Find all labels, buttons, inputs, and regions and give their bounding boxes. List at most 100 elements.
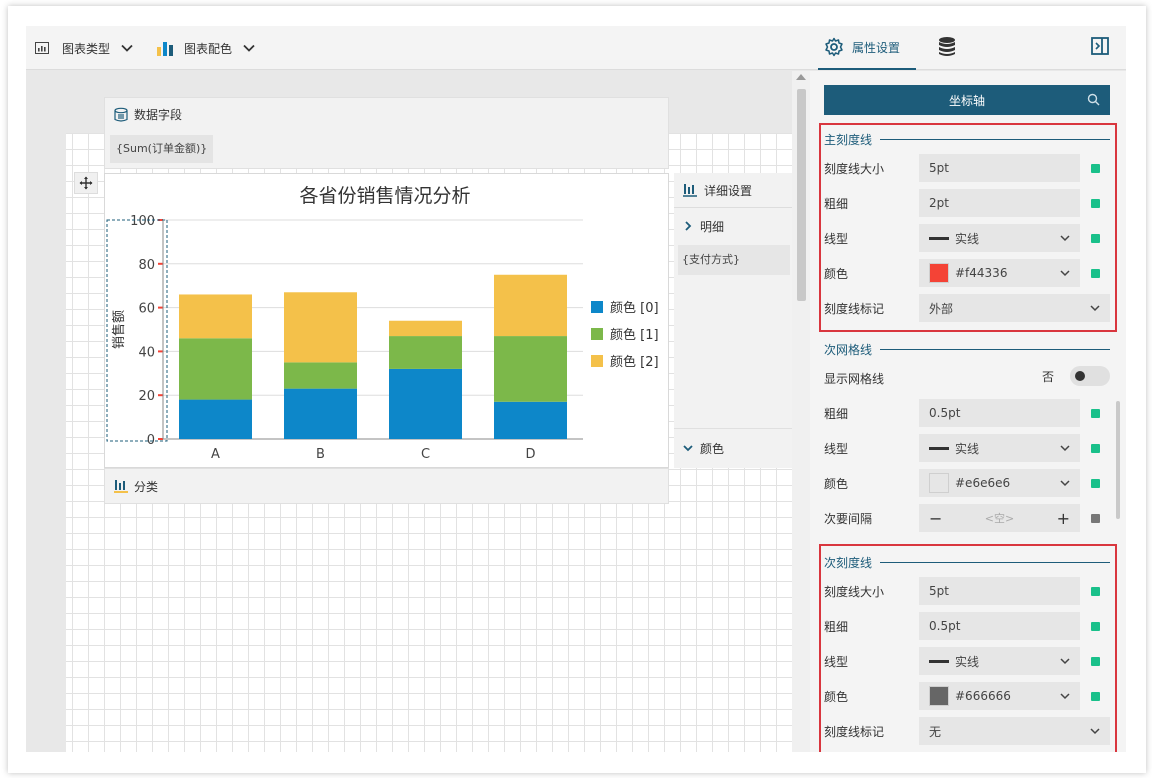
database-field-icon [114,107,128,122]
highlight-box-major-tick [819,123,1117,332]
legend-swatch [591,301,603,313]
minor-grid-toggle[interactable] [1070,366,1110,386]
chevron-down-icon [1060,480,1070,487]
x-tick-label: A [211,447,220,462]
minor-grid-linetype-row: 线型 实线 [824,433,1110,463]
detail-item-toggle[interactable]: 明细 [674,213,792,239]
bar-segment [179,294,252,339]
minor-grid-color-label: 颜色 [824,476,849,491]
minor-interval-value: <空> [984,512,1015,525]
chart-title: 各省份销售情况分析 [299,185,470,207]
solid-line-icon [929,446,949,450]
minor-interval-stepper[interactable]: − <空> + [919,504,1080,532]
minor-grid-title: 次网格线 [824,343,873,357]
y-tick-label: 100 [130,214,155,229]
minor-grid-show-row: 显示网格线 否 [824,363,1110,393]
chart-type-button[interactable]: 图表类型 [34,26,134,70]
minor-grid-color-select[interactable]: #e6e6e6 [919,469,1080,497]
scroll-up-arrow[interactable] [796,74,806,80]
move-handle[interactable] [74,172,98,194]
legend-label: 颜色 [2] [610,354,659,370]
bar-segment [284,362,357,389]
status-indicator[interactable] [1091,513,1100,523]
minor-grid-thickness-row: 粗细 0.5pt [824,398,1110,428]
chevron-down-icon [121,44,133,52]
tab-properties[interactable]: 属性设置 [818,26,916,70]
chevron-down-icon [1060,445,1070,452]
report-designer: 图表类型 图表配色 属性设置 数据字段 {Sum(订单金额)} 各省份销售情况分… [26,26,1126,752]
detail-color-toggle[interactable]: 颜色 [674,435,792,461]
detail-settings-header: 详细设置 [674,177,792,203]
legend-label: 颜色 [1] [610,327,659,343]
bar-segment [179,399,252,439]
status-indicator[interactable] [1091,443,1100,453]
property-panel: 坐标轴 主刻度线 刻度线大小 5pt 粗细 2pt 线型 实线 颜色 #f443… [810,71,1126,752]
minor-grid-thickness-label: 粗细 [824,406,849,421]
minor-grid-show-control: 否 [1042,366,1110,386]
chart-type-label: 图表类型 [62,41,111,56]
bar-segment [389,368,462,439]
detail-settings-zone: 详细设置 明细 {支付方式} [674,173,792,463]
chevron-right-icon [685,221,692,231]
status-indicator[interactable] [1091,408,1100,418]
database-icon[interactable] [937,36,957,58]
minor-grid-thickness-value: 0.5pt [929,406,961,420]
bar-segment [284,388,357,439]
top-toolbar: 图表类型 图表配色 属性设置 [26,26,1126,70]
minor-grid-interval-row: 次要间隔 − <空> + [824,503,1110,533]
minor-grid-thickness-input[interactable]: 0.5pt [919,399,1080,427]
y-tick-label: 60 [138,302,155,317]
data-fields-header: 数据字段 [113,106,182,123]
axis-section-label: 坐标轴 [948,93,985,108]
minor-grid-show-label: 显示网格线 [824,371,885,386]
category-title: 分类 [134,479,159,494]
decrement-button[interactable]: − [929,509,942,528]
minor-grid-show-value: 否 [1041,369,1054,384]
chevron-down-icon [243,44,255,52]
toggle-knob [1075,371,1085,381]
search-icon[interactable] [1087,93,1100,106]
panel-toggle-icon[interactable] [1090,36,1110,56]
highlight-box-minor-tick [819,544,1117,752]
stacked-bar-chart: 各省份销售情况分析020406080100销售额A B C D颜色 [0]颜色 [1]… [106,185,659,462]
increment-button[interactable]: + [1057,509,1070,528]
tab-properties-label: 属性设置 [852,40,901,55]
chart-color-icon [157,42,173,56]
category-zone[interactable]: 分类 [104,468,669,504]
panel-scrollbar[interactable] [1116,401,1120,519]
bar-segment [179,338,252,400]
category-icon [114,480,128,493]
x-tick-label: B [316,447,325,462]
scrollbar-thumb[interactable] [797,89,806,301]
axis-section-button[interactable]: 坐标轴 [824,85,1110,115]
bar-segment [494,401,567,439]
chart-area[interactable]: 各省份销售情况分析 0 20 40 60 80 100 销售额 A B C D 颜色 [0] 颜色 [1]… [104,173,669,468]
detail-color-section[interactable]: 颜色 [674,428,792,468]
legend-swatch [591,328,603,340]
x-tick-label: D [525,447,535,462]
minor-grid-interval-label: 次要间隔 [824,511,873,526]
detail-settings-title: 详细设置 [704,183,753,198]
chart-type-icon [35,42,49,54]
minor-grid-linetype-value: 实线 [955,441,980,456]
chevron-down-icon [683,445,693,452]
detail-field-chip[interactable]: {支付方式} [678,245,790,275]
status-indicator[interactable] [1091,478,1100,488]
color-swatch [929,473,949,493]
minor-grid-color-row: 颜色 #e6e6e6 [824,468,1110,498]
minor-grid-linetype-select[interactable]: 实线 [919,434,1080,462]
chart-color-button[interactable]: 图表配色 [156,26,256,70]
gear-icon [825,37,843,57]
bar-segment [389,320,462,337]
y-tick-label: 20 [138,389,155,404]
canvas-scrollbar[interactable] [792,71,810,752]
data-fields-zone[interactable]: 数据字段 {Sum(订单金额)} [104,97,669,169]
bar-segment [494,274,567,337]
legend-label: 颜色 [0] [610,300,659,316]
minor-grid-linetype-label: 线型 [824,441,849,456]
data-field-chip[interactable]: {Sum(订单金额)} [110,135,214,163]
design-canvas: 数据字段 {Sum(订单金额)} 各省份销售情况分析 0 20 40 60 80 100 销售… [26,71,792,752]
bar-segment [389,336,462,369]
y-tick-label: 40 [138,345,155,360]
minor-grid-section: 次网格线 [824,341,1110,358]
